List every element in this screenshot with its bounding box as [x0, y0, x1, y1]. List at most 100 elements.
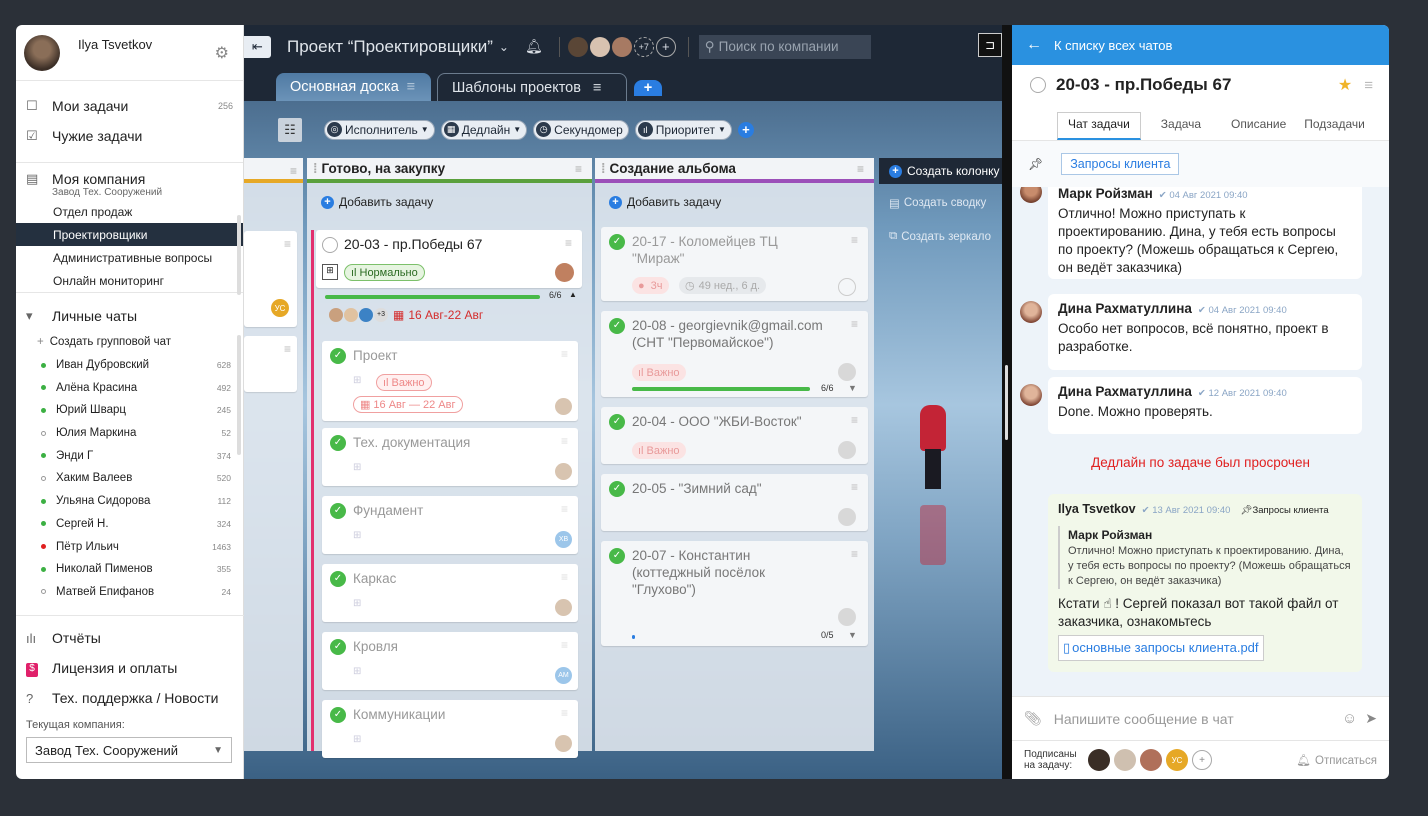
add-task-button[interactable]: + Добавить задачу	[307, 190, 592, 214]
subtask-card[interactable]: ✓ Фундамент ≡ ⊞ ХВ	[322, 496, 578, 554]
dept-designers[interactable]: Проектировщики	[16, 223, 243, 246]
add-member-icon[interactable]: +	[655, 36, 676, 57]
unsubscribe-button[interactable]: 🔔︎ Отписаться	[1296, 753, 1377, 767]
nav-my-tasks[interactable]: ☐ Мои задачи 256	[16, 91, 243, 121]
task-card-main[interactable]: 20-03 - пр.Победы 67 ≡ ⊞ ıl Нормально	[316, 230, 582, 288]
checkbox-icon[interactable]	[1030, 77, 1046, 93]
toggle-chat-icon[interactable]: ⊐	[978, 33, 1002, 57]
tab-templates[interactable]: Шаблоны проектов ≡	[437, 73, 627, 101]
resize-handle[interactable]	[1005, 365, 1008, 440]
create-mirror-button[interactable]: ⧉ Создать зеркало	[889, 230, 991, 243]
subtask-card[interactable]: ✓ Каркас ≡ ⊞	[322, 564, 578, 622]
chat-item[interactable]: Иван Дубровский 628	[16, 354, 243, 377]
subscriber-avatar[interactable]	[1114, 749, 1136, 771]
menu-icon[interactable]: ≡	[561, 638, 568, 652]
tab-main-board[interactable]: Основная доска ≡	[276, 73, 431, 101]
add-tab-button[interactable]: +	[634, 80, 662, 96]
tab-subtasks[interactable]: Подзадачи	[1300, 112, 1369, 140]
quoted-message[interactable]: Марк Ройзман Отлично! Можно приступать к…	[1058, 526, 1352, 589]
chat-item[interactable]: Хаким Валеев 520	[16, 467, 243, 490]
menu-icon[interactable]: ≡	[561, 502, 568, 516]
menu-icon[interactable]: ≡	[1364, 77, 1373, 94]
filter-assignee[interactable]: ◎ Исполнитель ▼	[324, 119, 435, 140]
menu-icon[interactable]: ≡	[851, 413, 858, 427]
menu-icon[interactable]: ≡	[857, 162, 864, 176]
menu-icon[interactable]: ≡	[851, 317, 858, 331]
filter-priority[interactable]: ıl Приоритет ▼	[634, 119, 732, 140]
task-card[interactable]: ✓ 20-05 - "Зимний сад" ≡	[601, 474, 868, 531]
nav-license[interactable]: $ Лицензия и оплаты	[16, 653, 244, 683]
create-group-chat[interactable]: + Создать групповой чат	[16, 331, 243, 354]
menu-icon[interactable]: ≡	[284, 237, 291, 251]
tab-task[interactable]: Задача	[1157, 112, 1205, 140]
menu-icon[interactable]: ≡	[290, 164, 297, 178]
drag-handle-icon[interactable]: ⁞	[313, 161, 318, 176]
subscriber-avatar[interactable]	[1088, 749, 1110, 771]
chevron-down-icon[interactable]: ⌄	[499, 40, 509, 54]
menu-icon[interactable]: ≡	[851, 547, 858, 561]
gear-icon[interactable]: ⚙	[215, 43, 229, 63]
user-avatar[interactable]	[24, 34, 60, 71]
task-card[interactable]: ✓ 20-08 - georgievnik@gmail.com (СНТ "Пер…	[601, 311, 868, 397]
collapse-sidebar-icon[interactable]: ⇤	[244, 35, 271, 58]
menu-icon[interactable]: ≡	[851, 480, 858, 494]
file-attachment[interactable]: ▯ основные запросы клиента.pdf	[1058, 635, 1264, 661]
menu-icon[interactable]: ≡	[565, 236, 572, 250]
scrollbar[interactable]	[237, 215, 241, 295]
subscriber-badge[interactable]: УС	[1166, 749, 1188, 771]
menu-icon[interactable]: ≡	[593, 80, 601, 96]
emoji-icon[interactable]: ☺	[1342, 710, 1357, 727]
company-select[interactable]: Завод Тех. Сооружений ▼	[26, 737, 232, 763]
checkbox-icon[interactable]	[322, 237, 338, 253]
create-summary-button[interactable]: ▤ Создать сводку	[889, 196, 986, 210]
project-title[interactable]: Проект “Проектировщики”	[287, 37, 493, 57]
chevron-down-icon[interactable]: ▼	[848, 383, 857, 393]
menu-icon[interactable]: ≡	[284, 342, 291, 356]
panel-divider[interactable]	[1002, 25, 1012, 779]
menu-icon[interactable]: ≡	[561, 706, 568, 720]
filter-deadline[interactable]: ▦ Дедлайн ▼	[440, 119, 528, 140]
subtask-card[interactable]: ✓ Тех. документация ≡ ⊞	[322, 428, 578, 486]
member-avatar[interactable]	[589, 36, 610, 57]
back-to-chats[interactable]: ← К списку всех чатов	[1012, 25, 1389, 65]
chevron-down-icon[interactable]: ▼	[848, 630, 857, 640]
task-card[interactable]: ✓ 20-04 - ООО "ЖБИ-Восток" ≡ ıl Важно	[601, 407, 868, 464]
create-column-button[interactable]: + Создать колонку	[879, 158, 1002, 184]
tab-description[interactable]: Описание	[1227, 112, 1290, 140]
send-icon[interactable]: ➤	[1365, 710, 1377, 727]
tab-task-chat[interactable]: Чат задачи	[1057, 112, 1141, 140]
nav-reports[interactable]: ılı Отчёты	[16, 623, 244, 653]
member-avatar[interactable]	[611, 36, 632, 57]
nav-company[interactable]: ▤ Моя компания Завод Тех. Сооружений	[16, 163, 243, 198]
chat-item[interactable]: Юрий Шварц 245	[16, 399, 243, 422]
filter-stopwatch[interactable]: ◷ Секундомер	[533, 119, 629, 140]
task-card[interactable]: ≡	[244, 336, 297, 392]
bell-icon[interactable]: 🔔︎	[525, 38, 543, 55]
add-filter-button[interactable]: +	[737, 121, 754, 138]
nav-others-tasks[interactable]: ☑ Чужие задачи	[16, 121, 243, 151]
chat-item[interactable]: Сергей Н. 324	[16, 513, 243, 536]
attach-icon[interactable]: 📎︎	[1024, 710, 1042, 727]
search-input[interactable]: ⚲ Поиск по компании	[698, 34, 871, 59]
nav-support[interactable]: ? Тех. поддержка / Новости	[16, 683, 244, 713]
scrollbar[interactable]	[237, 335, 241, 455]
subscriber-avatar[interactable]	[1140, 749, 1162, 771]
dept-sales[interactable]: Отдел продаж	[16, 200, 243, 223]
dept-monitoring[interactable]: Онлайн мониторинг	[16, 269, 243, 292]
subtask-card[interactable]: ✓ Проект ≡ ⊞ ıl Важно ▦ 16 Авг — 22 Авг	[322, 341, 578, 421]
add-task-button[interactable]: + Добавить задачу	[595, 190, 874, 214]
chat-item[interactable]: Энди Г 374	[16, 444, 243, 467]
task-card[interactable]: ✓ 20-17 - Коломейцев ТЦ "Мираж" ≡ ● 3ч ◷ 49 …	[601, 227, 868, 301]
dept-admin[interactable]: Административные вопросы	[16, 246, 243, 269]
chevron-up-icon[interactable]: ▲	[569, 290, 577, 299]
menu-icon[interactable]: ≡	[407, 79, 415, 95]
chat-item[interactable]: Ульяна Сидорова 112	[16, 490, 243, 513]
members[interactable]: +7 +	[567, 36, 676, 57]
task-card[interactable]: ✓ 20-07 - Константин (коттеджный посёлок …	[601, 541, 868, 646]
menu-icon[interactable]: ≡	[561, 347, 568, 361]
message-input[interactable]: 📎︎ Напишите сообщение в чат ☺ ➤	[1012, 696, 1389, 740]
pinned-tag[interactable]: Запросы клиента	[1061, 153, 1180, 175]
more-members[interactable]: +7	[633, 36, 654, 57]
chat-item[interactable]: Алёна Красина 492	[16, 376, 243, 399]
menu-icon[interactable]: ≡	[851, 233, 858, 247]
